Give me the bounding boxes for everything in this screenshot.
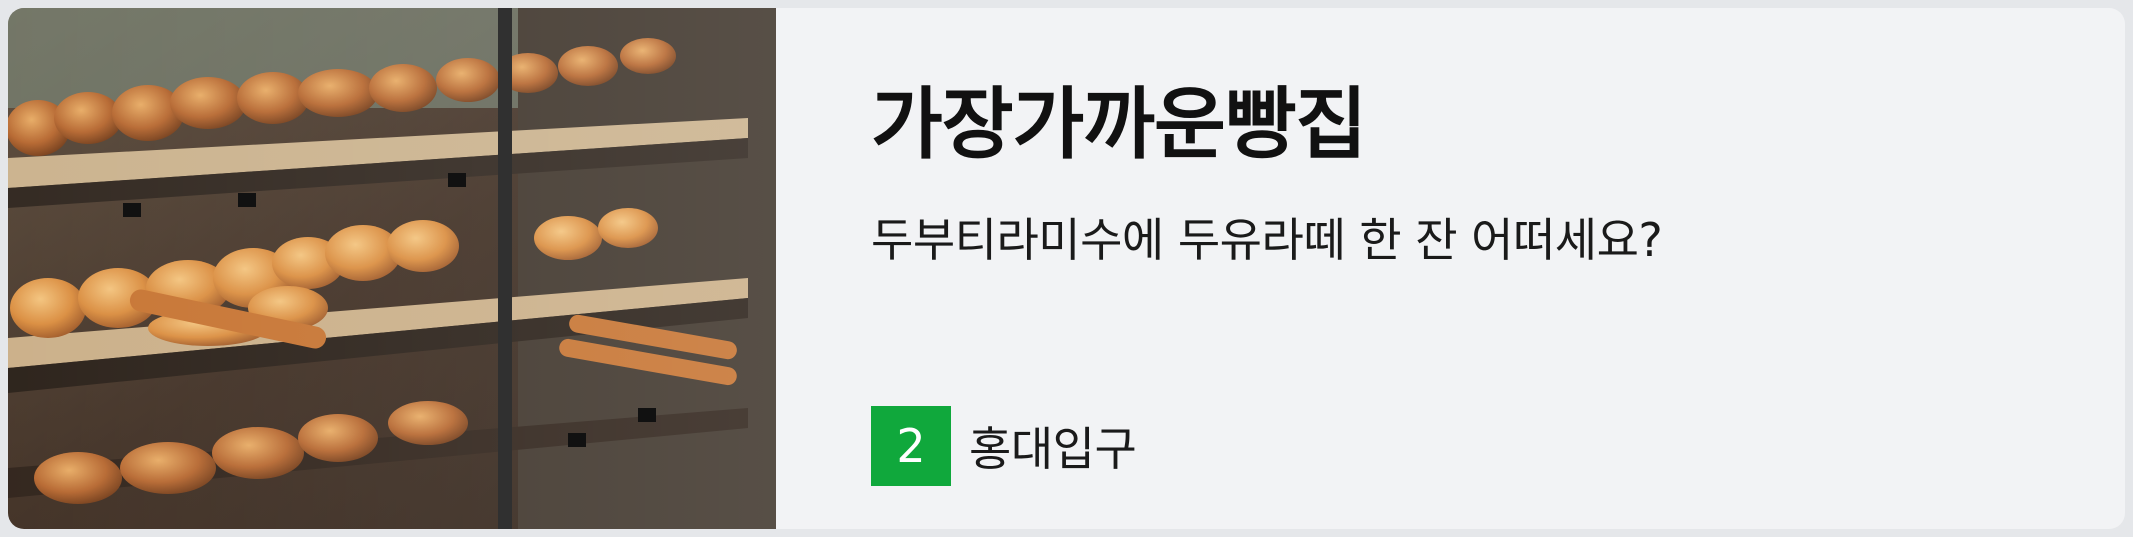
station-name: 홍대입구: [969, 422, 1137, 476]
card-subtitle: 두부티라미수에 두유라떼 한 잔 어떠세요?: [871, 213, 1663, 267]
subway-line-badge: 2: [871, 406, 951, 486]
bakery-card[interactable]: 가장가까운빵집 두부티라미수에 두유라떼 한 잔 어떠세요? 2 홍대입구: [8, 8, 2125, 529]
bakery-photo: [8, 8, 776, 529]
subway-station: 2 홍대입구: [871, 406, 1137, 486]
card-title: 가장가까운빵집: [871, 80, 1367, 170]
card-info: 가장가까운빵집 두부티라미수에 두유라떼 한 잔 어떠세요? 2 홍대입구: [776, 8, 2125, 529]
